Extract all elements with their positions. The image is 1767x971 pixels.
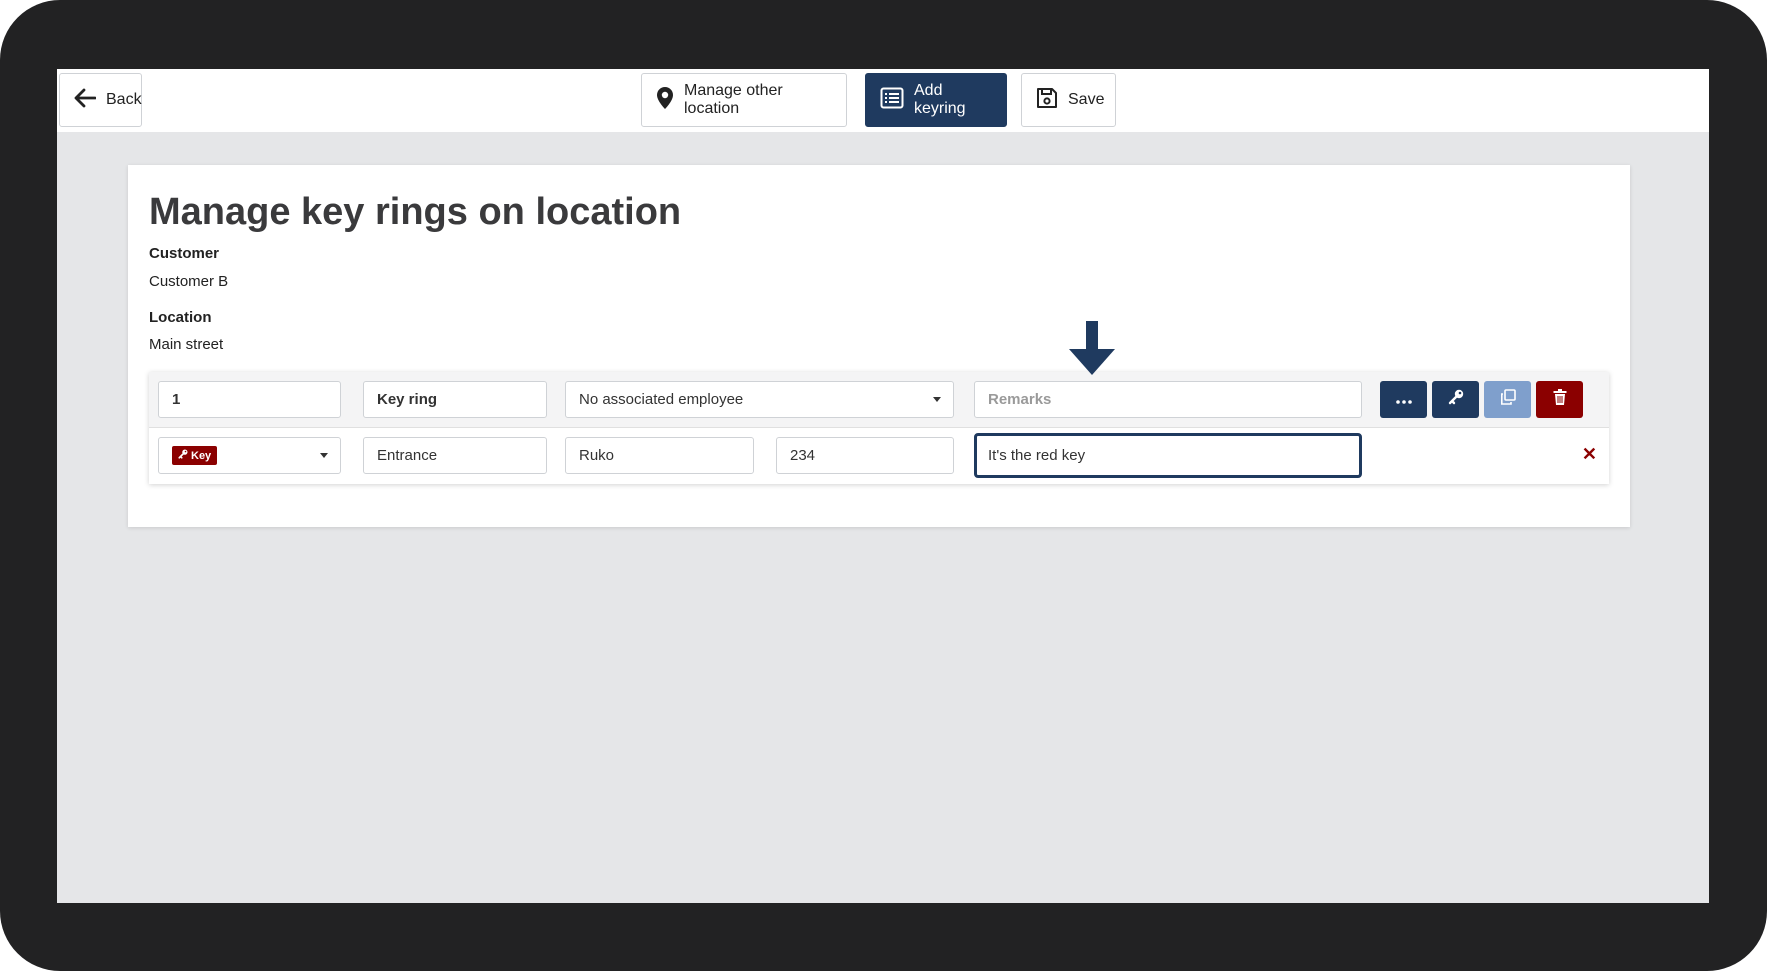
chevron-down-icon	[933, 397, 941, 402]
trash-icon	[1553, 389, 1567, 410]
app-screen: Back Manage other location Add keyring S…	[57, 69, 1709, 903]
copy-icon	[1500, 389, 1516, 410]
key-type-select[interactable]: Key	[158, 437, 341, 474]
key-icon	[1448, 389, 1464, 410]
chevron-down-icon	[320, 453, 328, 458]
location-value: Main street	[149, 336, 224, 353]
device-frame: Back Manage other location Add keyring S…	[0, 0, 1767, 971]
manage-other-location-button[interactable]: Manage other location	[641, 73, 847, 127]
keyring-table: 1 Key ring No associated employee Remark…	[149, 372, 1609, 484]
remove-key-icon[interactable]: ✕	[1582, 444, 1597, 465]
add-keyring-label: Add keyring	[914, 82, 966, 117]
keyrings-card: Manage key rings on location Customer Cu…	[128, 165, 1630, 527]
back-button[interactable]: Back	[59, 73, 142, 127]
copy-keyring-button[interactable]	[1484, 381, 1531, 418]
floppy-disk-icon	[1036, 87, 1058, 114]
add-keyring-button[interactable]: Add keyring	[865, 73, 1007, 127]
key-field-2-input[interactable]: Ruko	[565, 437, 754, 474]
manage-other-location-label: Manage other location	[684, 82, 783, 117]
delete-keyring-button[interactable]	[1536, 381, 1583, 418]
employee-select-value: No associated employee	[579, 391, 744, 408]
arrow-left-icon	[74, 88, 97, 113]
key-type-badge-label: Key	[191, 449, 212, 462]
keyring-row: 1 Key ring No associated employee Remark…	[149, 372, 1609, 428]
top-toolbar: Back Manage other location Add keyring S…	[57, 69, 1709, 132]
customer-value: Customer B	[149, 273, 229, 290]
page-title: Manage key rings on location	[149, 191, 682, 233]
save-button[interactable]: Save	[1021, 73, 1116, 127]
key-type-badge: Key	[172, 446, 218, 465]
add-key-button[interactable]	[1432, 381, 1479, 418]
arrow-down-icon	[1067, 321, 1117, 382]
location-label: Location	[149, 309, 212, 326]
customer-label: Customer	[149, 245, 220, 262]
back-button-label: Back	[106, 91, 142, 108]
key-icon	[178, 449, 188, 462]
key-field-3-input[interactable]: 234	[776, 437, 954, 474]
list-icon	[880, 87, 904, 114]
map-pin-icon	[656, 86, 674, 115]
key-name-input[interactable]: Entrance	[363, 437, 547, 474]
more-options-button[interactable]	[1380, 381, 1427, 418]
key-remarks-input[interactable]: It's the red key	[974, 433, 1362, 478]
keyring-remarks-input[interactable]: Remarks	[974, 381, 1362, 418]
employee-select[interactable]: No associated employee	[565, 381, 954, 418]
save-button-label: Save	[1068, 91, 1105, 108]
keyring-name-input[interactable]: Key ring	[363, 381, 547, 418]
keyring-number-input[interactable]: 1	[158, 381, 341, 418]
ellipsis-icon	[1395, 391, 1412, 409]
key-row: Key Entrance Ruko 234 It's the red key ✕	[149, 428, 1609, 484]
